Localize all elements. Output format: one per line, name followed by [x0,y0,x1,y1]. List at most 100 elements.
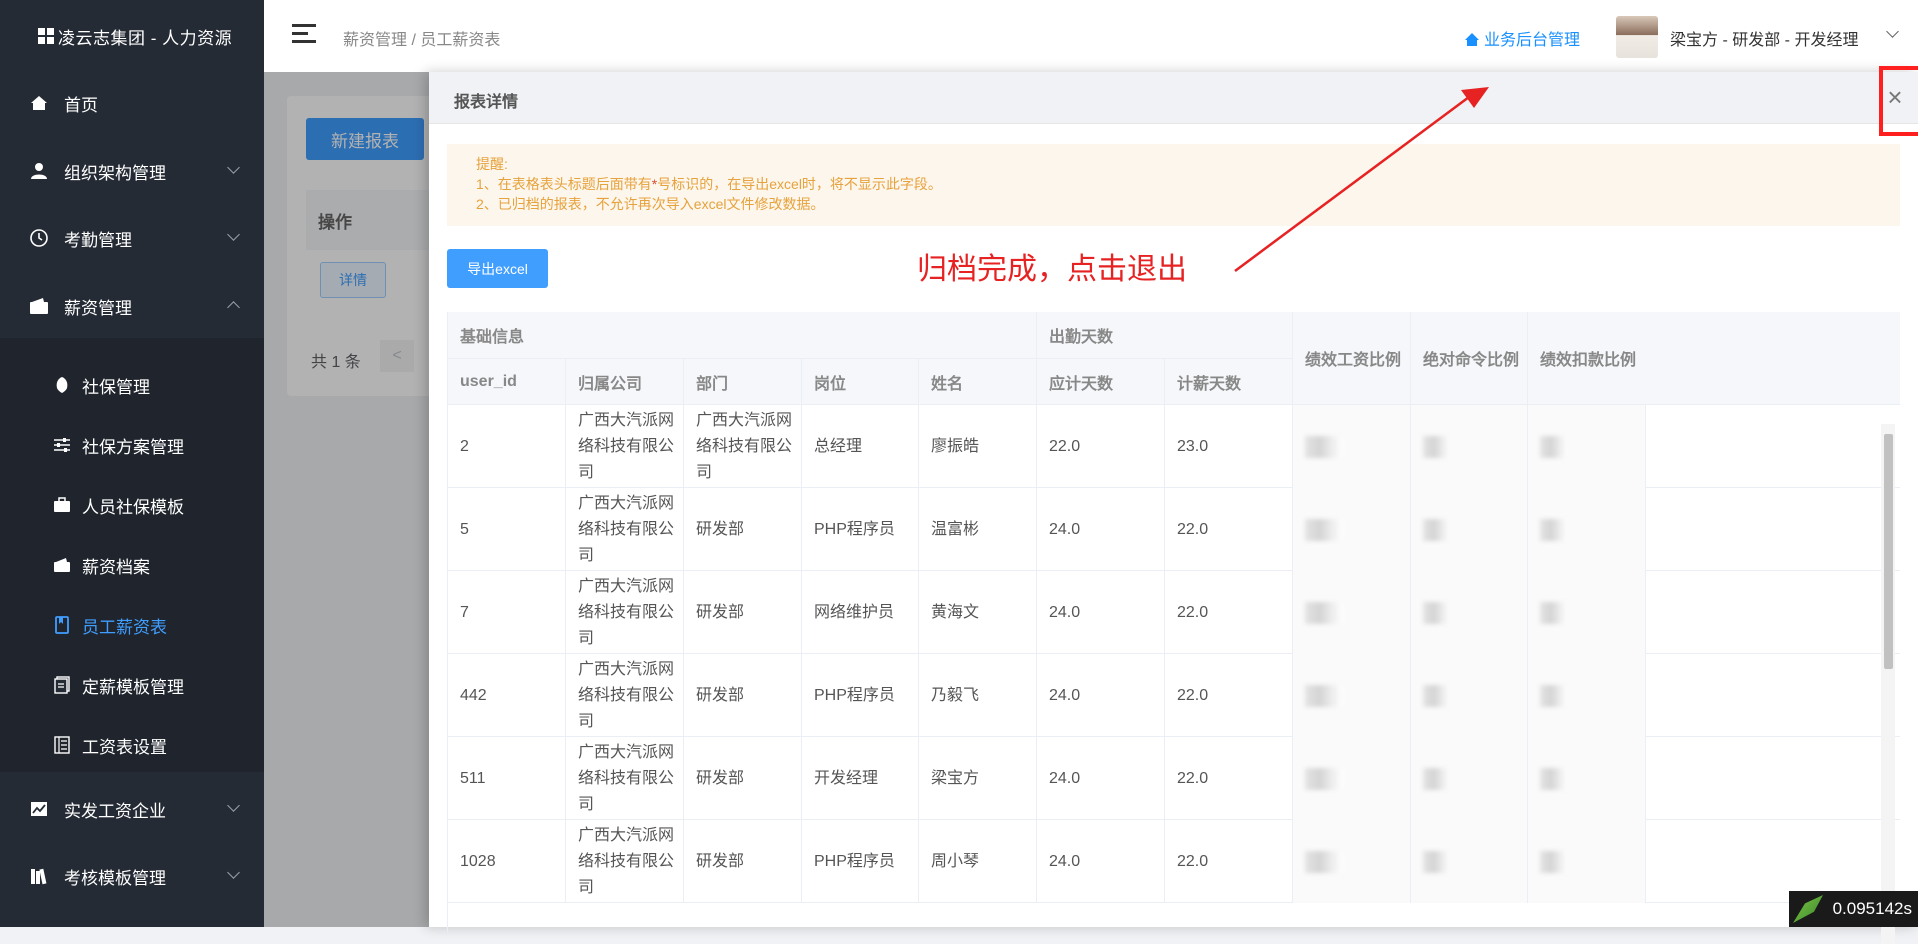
redacted-value [1305,850,1343,873]
home-icon [1465,33,1479,46]
cell-text: 23.0 [1177,437,1209,455]
cell-redacted [1411,571,1528,654]
sidebar-subitem-label: 薪资档案 [82,557,150,577]
cell-text: 22.0 [1049,437,1081,455]
cell-name: 梁宝方 [919,737,1037,820]
redacted-value [1540,767,1568,790]
sidebar: 凌云志集团 - 人力资源 首页 组织架构管理 考勤管理 薪资管理 社保管理 社保… [0,0,264,927]
user-info[interactable]: 梁宝方 - 研发部 - 开发经理 [1670,26,1858,50]
briefcase-icon [52,495,72,515]
chevron-down-icon [227,799,240,812]
th-department: 部门 [684,359,802,405]
leaf-logo-icon [1793,895,1823,923]
sidebar-subitem-salary-archive[interactable]: 薪资档案 [0,538,264,592]
redacted-value [1305,518,1343,541]
cell-name: 温富彬 [919,488,1037,571]
cell-company: 广西大汽派网络科技有限公司 [566,488,684,571]
sidebar-item-org[interactable]: 组织架构管理 [0,144,264,198]
cell-text: 24.0 [1049,603,1081,621]
timing-value: 0.095142s [1832,899,1912,918]
cell-position: PHP程序员 [802,654,919,737]
redacted-value [1423,684,1451,707]
sidebar-subitem-employee-salary[interactable]: 员工薪资表 [0,598,264,652]
sidebar-item-actual-pay[interactable]: 实发工资企业 [0,782,264,836]
timing-badge: 0.095142s [1789,891,1918,927]
cell-redacted [1293,488,1411,571]
redacted-value [1305,684,1343,707]
cell-text: 廖振皓 [931,437,980,455]
cell-text: PHP程序员 [814,852,895,870]
cell-text: 总经理 [814,437,863,455]
cell-redacted [1293,405,1411,488]
sidebar-item-label: 组织架构管理 [64,163,166,183]
sidebar-item-home[interactable]: 首页 [0,76,264,130]
sidebar-item-label: 实发工资企业 [64,801,166,821]
redacted-value [1540,518,1568,541]
cell-text: 梁宝方 [931,769,980,787]
cell-text: 广西大汽派网络科技有限公司 [578,577,675,647]
grid-logo-icon [38,28,54,44]
th-paid-days: 计薪天数 [1165,359,1293,405]
breadcrumb: 薪资管理 / 员工薪资表 [343,32,501,49]
clock-icon [28,227,50,249]
sidebar-subitem-ss-plan[interactable]: 社保方案管理 [0,418,264,472]
cell-text: 24.0 [1049,769,1081,787]
cell-text: 广西大汽派网络科技有限公司 [578,494,675,564]
redacted-value [1305,435,1343,458]
cell-redacted [1411,654,1528,737]
cell-company: 广西大汽派网络科技有限公司 [566,571,684,654]
sidebar-item-salary[interactable]: 薪资管理 [0,279,264,333]
menu-toggle-icon[interactable] [292,24,316,46]
sidebar-subitem-social-security[interactable]: 社保管理 [0,358,264,412]
cell-position: 网络维护员 [802,571,919,654]
cell-text: 广西大汽派网络科技有限公司 [578,743,675,813]
cell-position: PHP程序员 [802,820,919,903]
cell-redacted [1528,571,1646,654]
cell-redacted [1411,820,1528,903]
cell-text: 24.0 [1049,686,1081,704]
cell-redacted [1528,488,1646,571]
cell-text: 1028 [460,852,496,870]
cell-paid-days: 23.0 [1165,405,1293,488]
cell-paid-days: 22.0 [1165,654,1293,737]
sidebar-subitem-pay-template[interactable]: 定薪模板管理 [0,658,264,712]
sidebar-subitem-label: 人员社保模板 [82,497,184,517]
cell-text: 5 [460,520,469,538]
cell-text: 442 [460,686,487,704]
business-admin-link[interactable]: 业务后台管理 [1464,26,1580,50]
cell-text: 7 [460,603,469,621]
cell-name: 周小琴 [919,820,1037,903]
sidebar-item-assessment[interactable]: 考核模板管理 [0,849,264,903]
table-scrollbar[interactable] [1881,424,1895,944]
table-row: 1028 广西大汽派网络科技有限公司 研发部 PHP程序员 周小琴 24.0 22.0 [448,820,1900,903]
avatar[interactable] [1616,16,1658,58]
cell-user-id: 5 [448,488,566,571]
chevron-down-icon [227,228,240,241]
chevron-down-icon[interactable] [1886,25,1899,38]
cell-text: 周小琴 [931,852,980,870]
cell-text: 22.0 [1177,852,1209,870]
sidebar-subitem-payroll-settings[interactable]: 工资表设置 [0,718,264,772]
cell-text: PHP程序员 [814,686,895,704]
cell-user-id: 7 [448,571,566,654]
sidebar-item-attendance[interactable]: 考勤管理 [0,211,264,265]
cell-text: 乃毅飞 [931,686,980,704]
scrollbar-thumb[interactable] [1884,434,1893,669]
user-icon [28,160,50,182]
cell-text: PHP程序员 [814,520,895,538]
cell-dept: 研发部 [684,654,802,737]
arrow-head [1461,87,1489,108]
cell-paid-days: 22.0 [1165,737,1293,820]
home-icon [28,92,50,114]
cell-text: 广西大汽派网络科技有限公司 [578,660,675,730]
list-icon [52,735,72,755]
th-position: 岗位 [802,359,919,405]
cell-text: 22.0 [1177,686,1209,704]
cell-redacted [1528,820,1646,903]
cell-due-days: 24.0 [1037,737,1165,820]
cell-text: 22.0 [1177,520,1209,538]
cell-paid-days: 22.0 [1165,571,1293,654]
table-row: 511 广西大汽派网络科技有限公司 研发部 开发经理 梁宝方 24.0 22.0 [448,737,1900,820]
sidebar-subitem-ss-template[interactable]: 人员社保模板 [0,478,264,532]
cell-redacted [1528,405,1646,488]
